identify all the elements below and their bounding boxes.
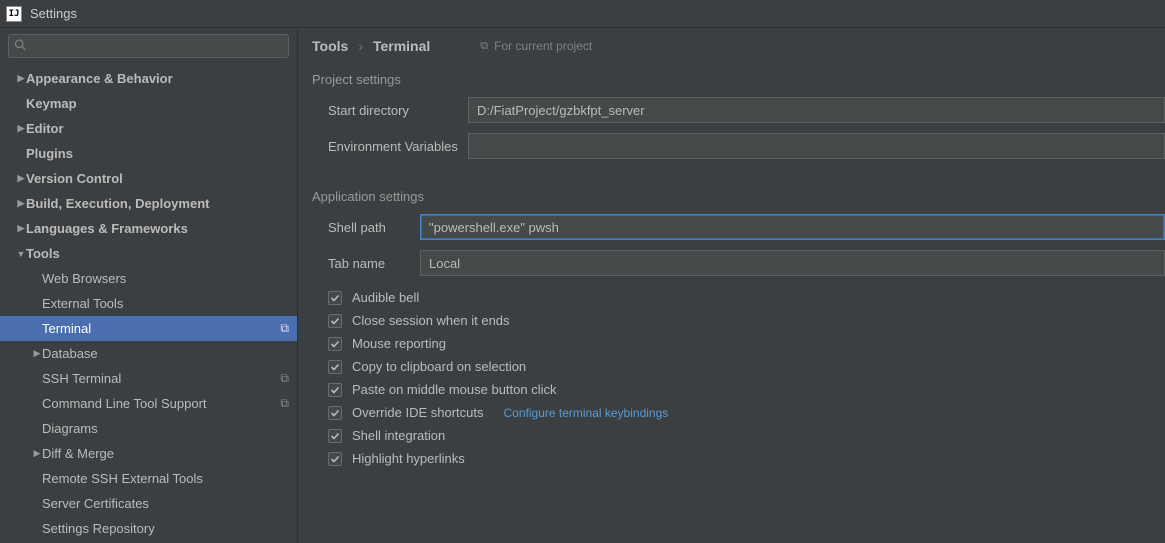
row-start-directory: Start directory [312, 97, 1165, 123]
app-icon: IJ [6, 6, 22, 22]
copy-clipboard-label: Copy to clipboard on selection [352, 359, 526, 374]
shell-path-label: Shell path [312, 220, 420, 235]
start-directory-label: Start directory [312, 103, 468, 118]
tree-label: Build, Execution, Deployment [26, 196, 209, 211]
tree-item-diagrams[interactable]: ▶Diagrams [0, 416, 297, 441]
tree-item-remotessh[interactable]: ▶Remote SSH External Tools [0, 466, 297, 491]
section-project-settings: Project settings [312, 72, 1165, 87]
project-scope-icon: ⧉ [480, 40, 488, 53]
override-shortcuts-label: Override IDE shortcuts [352, 405, 484, 420]
tree-item-cmdline[interactable]: ▶Command Line Tool Support⧉ [0, 391, 297, 416]
check-row-copy: Copy to clipboard on selection [328, 355, 1165, 378]
close-session-label: Close session when it ends [352, 313, 510, 328]
row-env-variables: Environment Variables [312, 133, 1165, 159]
tree-item-keymap[interactable]: ▶Keymap [0, 91, 297, 116]
tree-item-database[interactable]: ▶Database [0, 341, 297, 366]
check-row-override: Override IDE shortcuts Configure termina… [328, 401, 1165, 424]
tree-label: Version Control [26, 171, 123, 186]
tree-item-editor[interactable]: ▶Editor [0, 116, 297, 141]
check-row-mouse: Mouse reporting [328, 332, 1165, 355]
tree-label: Terminal [42, 321, 91, 336]
checkbox-group: Audible bell Close session when it ends … [312, 286, 1165, 470]
check-row-highlight: Highlight hyperlinks [328, 447, 1165, 470]
mouse-reporting-label: Mouse reporting [352, 336, 446, 351]
tree-label: Command Line Tool Support [42, 396, 207, 411]
shell-integration-label: Shell integration [352, 428, 445, 443]
titlebar: IJ Settings [0, 0, 1165, 28]
check-row-audible: Audible bell [328, 286, 1165, 309]
window-title: Settings [30, 6, 77, 21]
paste-middle-label: Paste on middle mouse button click [352, 382, 557, 397]
tree-label: External Tools [42, 296, 123, 311]
tree-label: Editor [26, 121, 64, 136]
mouse-reporting-checkbox[interactable] [328, 337, 342, 351]
tree-item-plugins[interactable]: ▶Plugins [0, 141, 297, 166]
tree-label: Tools [26, 246, 60, 261]
tree-label: Remote SSH External Tools [42, 471, 203, 486]
section-application-settings: Application settings [312, 189, 1165, 204]
tab-name-label: Tab name [312, 256, 420, 271]
tree-label: Settings Repository [42, 521, 155, 536]
search-input[interactable] [8, 34, 289, 58]
tree-label: Keymap [26, 96, 77, 111]
tree-item-lang[interactable]: ▶Languages & Frameworks [0, 216, 297, 241]
env-variables-label: Environment Variables [312, 139, 468, 154]
content-panel: Tools › Terminal ⧉ For current project P… [298, 28, 1165, 543]
tree-label: Web Browsers [42, 271, 126, 286]
tree-label: Languages & Frameworks [26, 221, 188, 236]
tree-item-servercert[interactable]: ▶Server Certificates [0, 491, 297, 516]
tree-item-settingsrepo[interactable]: ▶Settings Repository [0, 516, 297, 541]
check-row-shellint: Shell integration [328, 424, 1165, 447]
tree-label: Database [42, 346, 98, 361]
override-shortcuts-checkbox[interactable] [328, 406, 342, 420]
tree-item-appearance[interactable]: ▶Appearance & Behavior [0, 66, 297, 91]
tree-item-diff[interactable]: ▶Diff & Merge [0, 441, 297, 466]
scope-indicator: ⧉ For current project [480, 39, 592, 53]
breadcrumb-b: Terminal [373, 38, 430, 54]
copy-clipboard-checkbox[interactable] [328, 360, 342, 374]
tree-item-ssh[interactable]: ▶SSH Terminal⧉ [0, 366, 297, 391]
paste-middle-checkbox[interactable] [328, 383, 342, 397]
tree-label: Appearance & Behavior [26, 71, 173, 86]
tree-label: Plugins [26, 146, 73, 161]
chevron-right-icon: › [358, 38, 363, 54]
env-variables-input[interactable] [468, 133, 1165, 159]
tree-label: Diagrams [42, 421, 98, 436]
start-directory-input[interactable] [468, 97, 1165, 123]
project-scope-icon: ⧉ [280, 321, 289, 336]
tree-label: SSH Terminal [42, 371, 121, 386]
shell-path-input[interactable] [420, 214, 1165, 240]
audible-bell-checkbox[interactable] [328, 291, 342, 305]
tree-item-vcs[interactable]: ▶Version Control [0, 166, 297, 191]
row-shell-path: Shell path [312, 214, 1165, 240]
tab-name-input[interactable] [420, 250, 1165, 276]
tree-item-external[interactable]: ▶External Tools [0, 291, 297, 316]
scope-label: For current project [494, 39, 592, 53]
check-row-paste: Paste on middle mouse button click [328, 378, 1165, 401]
check-row-close: Close session when it ends [328, 309, 1165, 332]
main: ▶Appearance & Behavior ▶Keymap ▶Editor ▶… [0, 28, 1165, 543]
project-scope-icon: ⧉ [280, 396, 289, 411]
shell-integration-checkbox[interactable] [328, 429, 342, 443]
audible-bell-label: Audible bell [352, 290, 419, 305]
highlight-hyperlinks-checkbox[interactable] [328, 452, 342, 466]
tree-label: Server Certificates [42, 496, 149, 511]
close-session-checkbox[interactable] [328, 314, 342, 328]
breadcrumb-a[interactable]: Tools [312, 38, 348, 54]
tree-label: Diff & Merge [42, 446, 114, 461]
tree-item-tools[interactable]: ▼Tools [0, 241, 297, 266]
configure-keybindings-link[interactable]: Configure terminal keybindings [504, 406, 669, 420]
breadcrumb: Tools › Terminal ⧉ For current project [312, 38, 1165, 54]
settings-tree: ▶Appearance & Behavior ▶Keymap ▶Editor ▶… [0, 64, 297, 543]
tree-item-terminal[interactable]: ▶Terminal⧉ [0, 316, 297, 341]
row-tab-name: Tab name [312, 250, 1165, 276]
tree-item-web[interactable]: ▶Web Browsers [0, 266, 297, 291]
project-scope-icon: ⧉ [280, 371, 289, 386]
sidebar: ▶Appearance & Behavior ▶Keymap ▶Editor ▶… [0, 28, 298, 543]
tree-item-build[interactable]: ▶Build, Execution, Deployment [0, 191, 297, 216]
search-wrap [0, 28, 297, 64]
highlight-hyperlinks-label: Highlight hyperlinks [352, 451, 465, 466]
